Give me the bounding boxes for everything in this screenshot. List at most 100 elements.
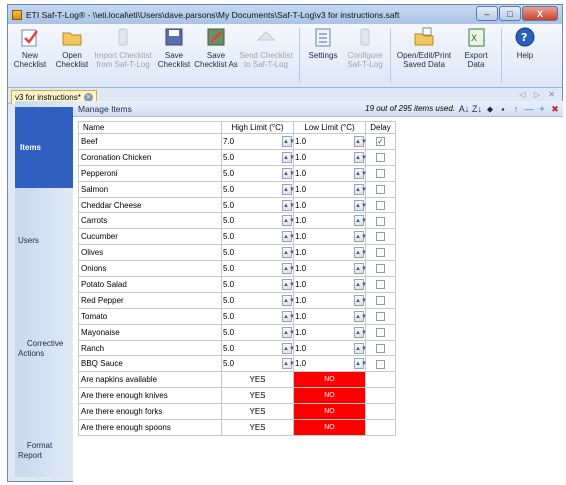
item-name-cell[interactable]: Onions: [78, 260, 222, 278]
high-limit-field[interactable]: 5.0 ▲▼: [221, 164, 295, 182]
low-limit-field[interactable]: 1.0 ▲▼: [293, 323, 367, 341]
high-limit-field[interactable]: 5.0 ▲▼: [221, 260, 295, 278]
spinner-icon[interactable]: ▲▼: [282, 247, 295, 259]
high-limit-field[interactable]: 5.0 ▲▼: [221, 307, 295, 325]
delay-checkbox[interactable]: [376, 168, 385, 178]
item-name-cell[interactable]: Potato Salad: [78, 276, 222, 293]
spinner-icon[interactable]: ▲▼: [282, 358, 295, 370]
move-down-icon[interactable]: ⬩: [497, 103, 509, 115]
spinner-icon[interactable]: ▲▼: [354, 247, 367, 259]
table-row[interactable]: Are napkins available YES NO: [78, 371, 396, 389]
spinner-icon[interactable]: ▲▼: [282, 183, 295, 195]
high-limit-field[interactable]: 7.0 ▲▼: [221, 133, 295, 150]
spinner-icon[interactable]: ▲▼: [282, 342, 295, 354]
table-row[interactable]: Carrots 5.0 ▲▼ 1.0 ▲▼: [78, 212, 396, 230]
low-limit-field[interactable]: 1.0 ▲▼: [293, 164, 367, 182]
high-limit-field[interactable]: 5.0 ▲▼: [221, 276, 295, 293]
table-row[interactable]: Coronation Chicken 5.0 ▲▼ 1.0 ▲▼: [78, 148, 396, 166]
minimize-button[interactable]: –: [476, 6, 498, 21]
low-limit-field[interactable]: 1.0 ▲▼: [293, 307, 367, 325]
sidebar-item-corrective-actions[interactable]: Corrective Actions: [18, 329, 70, 369]
open-edit-print-saved-data-button[interactable]: Open/Edit/Print Saved Data: [394, 24, 454, 87]
settings-button[interactable]: Settings: [303, 24, 343, 87]
spinner-icon[interactable]: ▲▼: [354, 136, 367, 147]
add-item-icon[interactable]: +: [536, 103, 548, 115]
table-row[interactable]: Onions 5.0 ▲▼ 1.0 ▲▼: [78, 260, 396, 278]
item-name-cell[interactable]: Red Pepper: [78, 291, 222, 309]
low-limit-field[interactable]: 1.0 ▲▼: [293, 180, 367, 198]
move-bottom-icon[interactable]: ⬥: [484, 103, 496, 115]
delay-checkbox[interactable]: ✓: [376, 137, 385, 147]
question-name-cell[interactable]: Are there enough spoons: [78, 419, 222, 436]
close-button[interactable]: X: [522, 6, 558, 21]
spinner-icon[interactable]: ▲▼: [354, 326, 367, 338]
tab-navigation[interactable]: ◁ ▷ ✕: [520, 90, 558, 99]
export-data-button[interactable]: X Export Data: [456, 24, 496, 87]
save-checklist-as-button[interactable]: Save Checklist As: [194, 24, 238, 87]
table-row[interactable]: Are there enough knives YES NO: [78, 387, 396, 405]
low-limit-field[interactable]: 1.0 ▲▼: [293, 228, 367, 246]
sort-descending-icon[interactable]: Z↓: [471, 103, 483, 115]
delay-checkbox[interactable]: [376, 311, 385, 321]
low-limit-field[interactable]: 1.0 ▲▼: [293, 196, 367, 214]
high-limit-field[interactable]: 5.0 ▲▼: [221, 148, 295, 166]
item-name-cell[interactable]: Cheddar Cheese: [78, 196, 222, 214]
question-name-cell[interactable]: Are napkins available: [78, 371, 222, 389]
sidebar-item-users[interactable]: Users: [18, 236, 70, 245]
spinner-icon[interactable]: ▲▼: [282, 167, 295, 179]
spinner-icon[interactable]: ▲▼: [354, 151, 367, 163]
delete-all-icon[interactable]: ✖: [549, 103, 561, 115]
table-row[interactable]: Mayonaise 5.0 ▲▼ 1.0 ▲▼: [78, 323, 396, 341]
delay-checkbox[interactable]: [376, 200, 385, 210]
spinner-icon[interactable]: ▲▼: [282, 326, 295, 338]
delay-checkbox[interactable]: [376, 359, 385, 369]
high-limit-field[interactable]: 5.0 ▲▼: [221, 212, 295, 230]
delay-checkbox[interactable]: [376, 153, 385, 163]
high-limit-field[interactable]: 5.0 ▲▼: [221, 228, 295, 246]
spinner-icon[interactable]: ▲▼: [354, 199, 367, 211]
yes-answer-cell[interactable]: YES: [221, 387, 294, 405]
spinner-icon[interactable]: ▲▼: [354, 294, 367, 306]
delay-checkbox[interactable]: [376, 280, 385, 290]
table-row[interactable]: Red Pepper 5.0 ▲▼ 1.0 ▲▼: [78, 291, 396, 309]
high-limit-field[interactable]: 5.0 ▲▼: [221, 196, 295, 214]
spinner-icon[interactable]: ▲▼: [354, 279, 367, 291]
spinner-icon[interactable]: ▲▼: [282, 279, 295, 291]
item-name-cell[interactable]: Beef: [78, 133, 222, 150]
spinner-icon[interactable]: ▲▼: [354, 183, 367, 195]
low-limit-field[interactable]: 1.0 ▲▼: [293, 291, 367, 309]
item-name-cell[interactable]: Ranch: [78, 339, 222, 357]
spinner-icon[interactable]: ▲▼: [282, 199, 295, 211]
low-limit-field[interactable]: 1.0 ▲▼: [293, 148, 367, 166]
help-button[interactable]: ? Help: [505, 24, 545, 87]
high-limit-field[interactable]: 5.0 ▲▼: [221, 180, 295, 198]
high-limit-field[interactable]: 5.0 ▲▼: [221, 339, 295, 357]
column-header-low-limit[interactable]: Low Limit (°C): [293, 121, 366, 134]
table-row[interactable]: Are there enough forks YES NO: [78, 403, 396, 421]
spinner-icon[interactable]: ▲▼: [354, 167, 367, 179]
table-row[interactable]: Olives 5.0 ▲▼ 1.0 ▲▼: [78, 244, 396, 262]
high-limit-field[interactable]: 5.0 ▲▼: [221, 355, 295, 373]
save-checklist-button[interactable]: Save Checklist: [154, 24, 194, 87]
delay-checkbox[interactable]: [376, 343, 385, 353]
low-limit-field[interactable]: 1.0 ▲▼: [293, 133, 367, 150]
delay-checkbox[interactable]: [376, 248, 385, 258]
item-name-cell[interactable]: Mayonaise: [78, 323, 222, 341]
spinner-icon[interactable]: ▲▼: [282, 215, 295, 227]
low-limit-field[interactable]: 1.0 ▲▼: [293, 244, 367, 262]
high-limit-field[interactable]: 5.0 ▲▼: [221, 244, 295, 262]
table-row[interactable]: Cheddar Cheese 5.0 ▲▼ 1.0 ▲▼: [78, 196, 396, 214]
spinner-icon[interactable]: ▲▼: [354, 358, 367, 370]
item-name-cell[interactable]: Coronation Chicken: [78, 148, 222, 166]
column-header-name[interactable]: Name: [78, 121, 222, 134]
table-row[interactable]: Salmon 5.0 ▲▼ 1.0 ▲▼: [78, 180, 396, 198]
spinner-icon[interactable]: ▲▼: [354, 231, 367, 243]
low-limit-field[interactable]: 1.0 ▲▼: [293, 212, 367, 230]
item-name-cell[interactable]: Olives: [78, 244, 222, 262]
maximize-button[interactable]: □: [499, 6, 521, 21]
low-limit-field[interactable]: 1.0 ▲▼: [293, 355, 367, 373]
high-limit-field[interactable]: 5.0 ▲▼: [221, 323, 295, 341]
question-name-cell[interactable]: Are there enough forks: [78, 403, 222, 421]
table-row[interactable]: Are there enough spoons YES NO: [78, 419, 396, 436]
spinner-icon[interactable]: ▲▼: [282, 294, 295, 306]
